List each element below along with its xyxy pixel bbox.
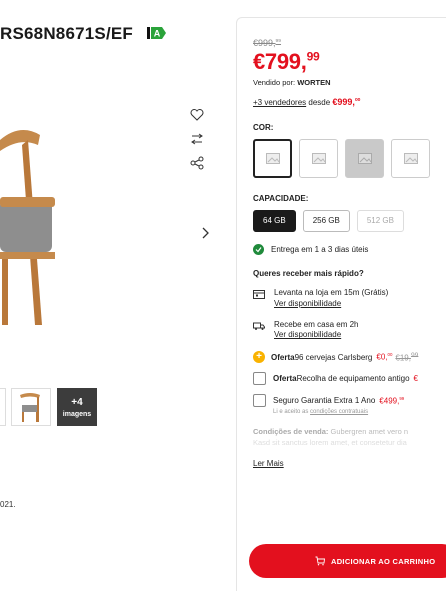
insurance-price: €499,99 bbox=[379, 396, 404, 406]
offer1-old-price: €19,99 bbox=[395, 352, 418, 363]
insurance-text: Seguro Garantia Extra 1 Ano bbox=[273, 396, 376, 406]
vendors-price: €999,00 bbox=[332, 97, 360, 107]
more-images-label: imagens bbox=[62, 411, 92, 418]
old-price-main: €999, bbox=[253, 38, 276, 48]
contract-terms-link[interactable]: condições contratuais bbox=[310, 409, 368, 415]
buy-box: €999,99 €799,99 Vendido por: WORTEN +3 v… bbox=[236, 17, 446, 591]
capacity-option-512gb[interactable]: 512 GB bbox=[356, 210, 404, 232]
offer1-old-main: €19, bbox=[395, 353, 411, 363]
vendors-from: desde bbox=[306, 98, 333, 107]
chair-thumb-icon bbox=[20, 393, 40, 422]
truck-icon bbox=[253, 322, 265, 330]
product-image[interactable] bbox=[0, 115, 75, 330]
vendors-link[interactable]: +3 vendedores bbox=[253, 98, 306, 107]
pickup-availability-link[interactable]: Ver disponibilidade bbox=[274, 299, 341, 308]
offer1-old-cents: 99 bbox=[410, 351, 419, 359]
offer1-text: 96 cervejas Carlsberg bbox=[294, 352, 373, 362]
other-vendors: +3 vendedores desde €999,00 bbox=[253, 97, 446, 107]
home-delivery-option: Recebe em casa em 2h Ver disponibilidade bbox=[253, 320, 446, 342]
conditions-line2: Kasd sit sanctus lorem amet, et consetet… bbox=[253, 437, 407, 447]
color-label: COR: bbox=[253, 123, 274, 132]
insurance-sub-text: Li e aceito as bbox=[273, 409, 311, 416]
share-icon[interactable] bbox=[189, 155, 205, 171]
read-more-link[interactable]: Ler Mais bbox=[253, 459, 284, 468]
color-options bbox=[253, 139, 446, 178]
insurance-terms: Li e aceito as condições contratuais bbox=[273, 409, 446, 415]
price-cents: 99 bbox=[306, 49, 320, 64]
conditions-label: Condições de venda: bbox=[253, 427, 329, 437]
capacity-options: 64 GB 256 GB 512 GB bbox=[253, 210, 446, 232]
more-images-count: +4 bbox=[71, 397, 83, 408]
more-images-button[interactable]: +4 imagens bbox=[57, 388, 97, 426]
sold-by-label: Vendido por: bbox=[253, 78, 298, 87]
color-option-4[interactable] bbox=[391, 139, 430, 178]
current-price: €799,99 bbox=[253, 49, 446, 75]
image-placeholder-icon bbox=[311, 153, 326, 164]
capacity-label: CAPACIDADE: bbox=[253, 194, 309, 203]
offer-recycling: Oferta Recolha de equipamento antigo € bbox=[253, 372, 446, 386]
product-title: RS68N8671S/EF bbox=[0, 24, 134, 43]
delivery-standard-text: Entrega em 1 a 3 dias úteis bbox=[271, 245, 369, 254]
offer-recycling-checkbox[interactable] bbox=[253, 372, 266, 386]
vendors-price-main: €999, bbox=[332, 97, 355, 107]
capacity-option-256gb[interactable]: 256 GB bbox=[302, 210, 350, 232]
old-price: €999,99 bbox=[253, 38, 446, 48]
cart-icon bbox=[315, 556, 325, 566]
delivery-standard: Entrega em 1 a 3 dias úteis bbox=[253, 244, 446, 255]
color-option-3[interactable] bbox=[345, 139, 384, 178]
seller-name: WORTEN bbox=[297, 78, 331, 87]
store-icon bbox=[253, 290, 265, 299]
faster-title: Queres receber mais rápido? bbox=[253, 269, 364, 278]
pickup-text: Levanta na loja em 15m (Grátis) bbox=[274, 288, 389, 297]
energy-label-text: A bbox=[154, 29, 161, 39]
conditions-text: Gubergren amet vero n bbox=[328, 427, 409, 437]
add-to-cart-label: ADICIONAR AO CARRINHO bbox=[331, 556, 436, 566]
insurance-checkbox[interactable] bbox=[253, 394, 266, 408]
home-delivery-text: Recebe em casa em 2h bbox=[274, 319, 359, 329]
offer-carlsberg[interactable]: + Oferta 96 cervejas Carlsberg €0,00 €19… bbox=[253, 351, 446, 364]
description-fragment: 021. bbox=[0, 500, 16, 509]
vendors-price-cents: 00 bbox=[354, 98, 361, 103]
color-option-2[interactable] bbox=[299, 139, 338, 178]
capacity-option-64gb[interactable]: 64 GB bbox=[253, 210, 296, 232]
offer1-price-cents: 00 bbox=[387, 352, 393, 358]
image-placeholder-icon bbox=[403, 153, 418, 164]
image-placeholder-icon bbox=[265, 153, 280, 164]
price-main: €799, bbox=[253, 49, 307, 74]
insurance-price-cents: 99 bbox=[399, 395, 405, 401]
add-to-cart-button[interactable]: ADICIONAR AO CARRINHO bbox=[249, 544, 446, 578]
thumbnail-partial[interactable] bbox=[0, 388, 6, 426]
plus-icon: + bbox=[253, 351, 265, 364]
old-price-cents: 99 bbox=[275, 39, 282, 44]
image-placeholder-icon bbox=[357, 153, 372, 164]
check-icon bbox=[253, 244, 264, 255]
home-availability-link[interactable]: Ver disponibilidade bbox=[274, 330, 341, 339]
sold-by: Vendido por: WORTEN bbox=[253, 78, 446, 87]
offer2-price: € bbox=[413, 374, 418, 384]
energy-label-icon: A bbox=[147, 27, 166, 39]
insurance-price-main: €499, bbox=[379, 396, 400, 406]
offer1-price-main: €0, bbox=[376, 353, 388, 363]
compare-icon[interactable] bbox=[189, 131, 205, 147]
pickup-option: Levanta na loja em 15m (Grátis) Ver dispo… bbox=[253, 288, 446, 310]
offer2-label: Oferta bbox=[273, 374, 297, 384]
heart-icon[interactable] bbox=[189, 107, 205, 123]
thumbnail-chair[interactable] bbox=[11, 388, 51, 426]
chevron-right-icon[interactable] bbox=[198, 226, 212, 240]
insurance-option: Seguro Garantia Extra 1 Ano €499,99 Li e… bbox=[253, 394, 446, 415]
sale-conditions: Condições de venda: Gubergren amet vero … bbox=[253, 427, 446, 448]
color-option-1[interactable] bbox=[253, 139, 292, 178]
offer2-text: Recolha de equipamento antigo bbox=[296, 374, 410, 384]
offer1-label: Oferta bbox=[271, 352, 295, 362]
offer1-price: €0,00 bbox=[376, 352, 392, 362]
